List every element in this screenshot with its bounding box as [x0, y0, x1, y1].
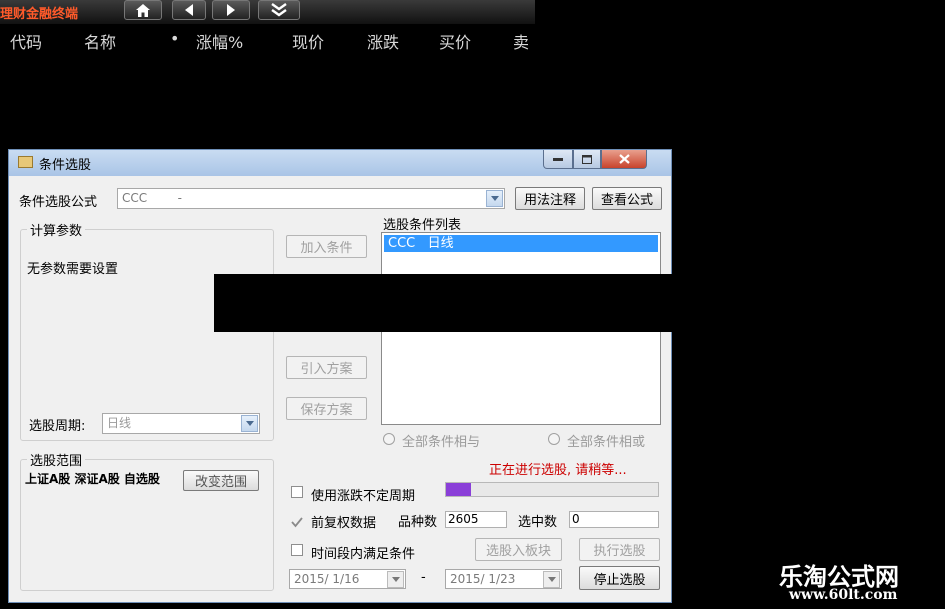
checkmark-icon — [291, 517, 303, 528]
arrow-right-icon — [227, 4, 235, 16]
stock-screening-dialog: 条件选股 条件选股公式 CCC - 用法注释 查看公式 计算参数 无参数需要设置… — [8, 149, 672, 603]
close-button[interactable] — [601, 150, 647, 169]
column-ask[interactable]: 卖 — [513, 29, 529, 53]
adjusted-data-checkbox[interactable] — [291, 513, 303, 528]
column-change[interactable]: 涨跌 — [367, 29, 399, 53]
formula-select[interactable]: CCC - — [117, 188, 505, 209]
params-text: 无参数需要设置 — [27, 262, 119, 277]
list-item[interactable]: CCC 日线 — [384, 235, 658, 252]
radio-or[interactable] — [548, 433, 560, 445]
period-value: 日线 — [107, 416, 132, 430]
execute-screening-button[interactable]: 执行选股 — [579, 538, 660, 561]
double-chevron-down-icon — [271, 3, 287, 17]
save-scheme-button[interactable]: 保存方案 — [286, 397, 367, 420]
radio-and[interactable] — [383, 433, 395, 445]
selected-label: 选中数 — [518, 515, 558, 530]
date-from-picker[interactable]: 2015/ 1/16 — [289, 569, 406, 589]
watermark-url: www.60lt.com — [789, 587, 898, 603]
minimize-icon — [553, 158, 563, 161]
redaction-block — [214, 274, 674, 332]
condition-list-title: 选股条件列表 — [383, 218, 462, 233]
adjusted-data-label: 前复权数据 — [311, 516, 377, 531]
chevron-down-icon[interactable] — [543, 571, 560, 588]
date-to-value: 2015/ 1/23 — [450, 572, 516, 586]
column-dot: • — [170, 29, 180, 48]
formula-label: 条件选股公式 — [19, 195, 98, 210]
time-range-label: 时间段内满足条件 — [311, 547, 416, 562]
expand-button[interactable] — [258, 0, 300, 20]
progress-fill — [446, 483, 472, 496]
radio-and-label: 全部条件相与 — [402, 435, 481, 450]
usage-notes-button[interactable]: 用法注释 — [515, 187, 585, 210]
progress-bar — [445, 482, 659, 497]
to-block-button[interactable]: 选股入板块 — [475, 538, 562, 561]
uncertain-period-checkbox[interactable] — [291, 486, 303, 498]
variety-value: 2605 — [445, 511, 507, 528]
maximize-button[interactable] — [573, 150, 601, 169]
app-title: 理财金融终端 — [0, 7, 79, 22]
close-icon — [618, 154, 630, 164]
formula-value: CCC - — [122, 191, 182, 205]
date-from-value: 2015/ 1/16 — [294, 572, 360, 586]
folder-icon — [18, 156, 33, 168]
uncertain-period-label: 使用涨跌不定周期 — [311, 489, 416, 504]
radio-or-label: 全部条件相或 — [567, 435, 646, 450]
arrow-left-icon — [185, 4, 193, 16]
selected-value: 0 — [569, 511, 659, 528]
params-group-title: 计算参数 — [27, 220, 86, 239]
add-condition-button[interactable]: 加入条件 — [286, 235, 367, 258]
stop-screening-button[interactable]: 停止选股 — [579, 566, 660, 590]
home-icon — [136, 3, 150, 17]
home-button[interactable] — [124, 0, 162, 20]
time-range-checkbox[interactable] — [291, 544, 303, 556]
import-scheme-button[interactable]: 引入方案 — [286, 356, 367, 379]
period-select[interactable]: 日线 — [102, 413, 260, 434]
date-to-picker[interactable]: 2015/ 1/23 — [445, 569, 562, 589]
back-button[interactable] — [172, 0, 206, 20]
column-price[interactable]: 现价 — [292, 29, 324, 53]
chevron-down-icon[interactable] — [241, 415, 258, 432]
minimize-button[interactable] — [543, 150, 573, 169]
change-scope-button[interactable]: 改变范围 — [183, 470, 259, 491]
column-bid[interactable]: 买价 — [439, 29, 471, 53]
forward-button[interactable] — [212, 0, 250, 20]
chevron-down-icon[interactable] — [387, 571, 404, 588]
chevron-down-icon[interactable] — [486, 190, 503, 207]
date-separator: - — [421, 570, 426, 585]
period-label: 选股周期: — [29, 419, 86, 434]
column-name[interactable]: 名称 — [84, 29, 116, 53]
column-code[interactable]: 代码 — [10, 29, 42, 53]
column-change-pct[interactable]: 涨幅% — [196, 29, 243, 53]
dialog-title: 条件选股 — [39, 158, 92, 173]
status-text: 正在进行选股, 请稍等... — [489, 463, 627, 478]
view-formula-button[interactable]: 查看公式 — [592, 187, 662, 210]
scope-group-title: 选股范围 — [27, 450, 86, 469]
scope-text: 上证A股 深证A股 自选股 — [25, 472, 160, 486]
variety-label: 品种数 — [398, 515, 438, 530]
maximize-icon — [582, 154, 592, 164]
